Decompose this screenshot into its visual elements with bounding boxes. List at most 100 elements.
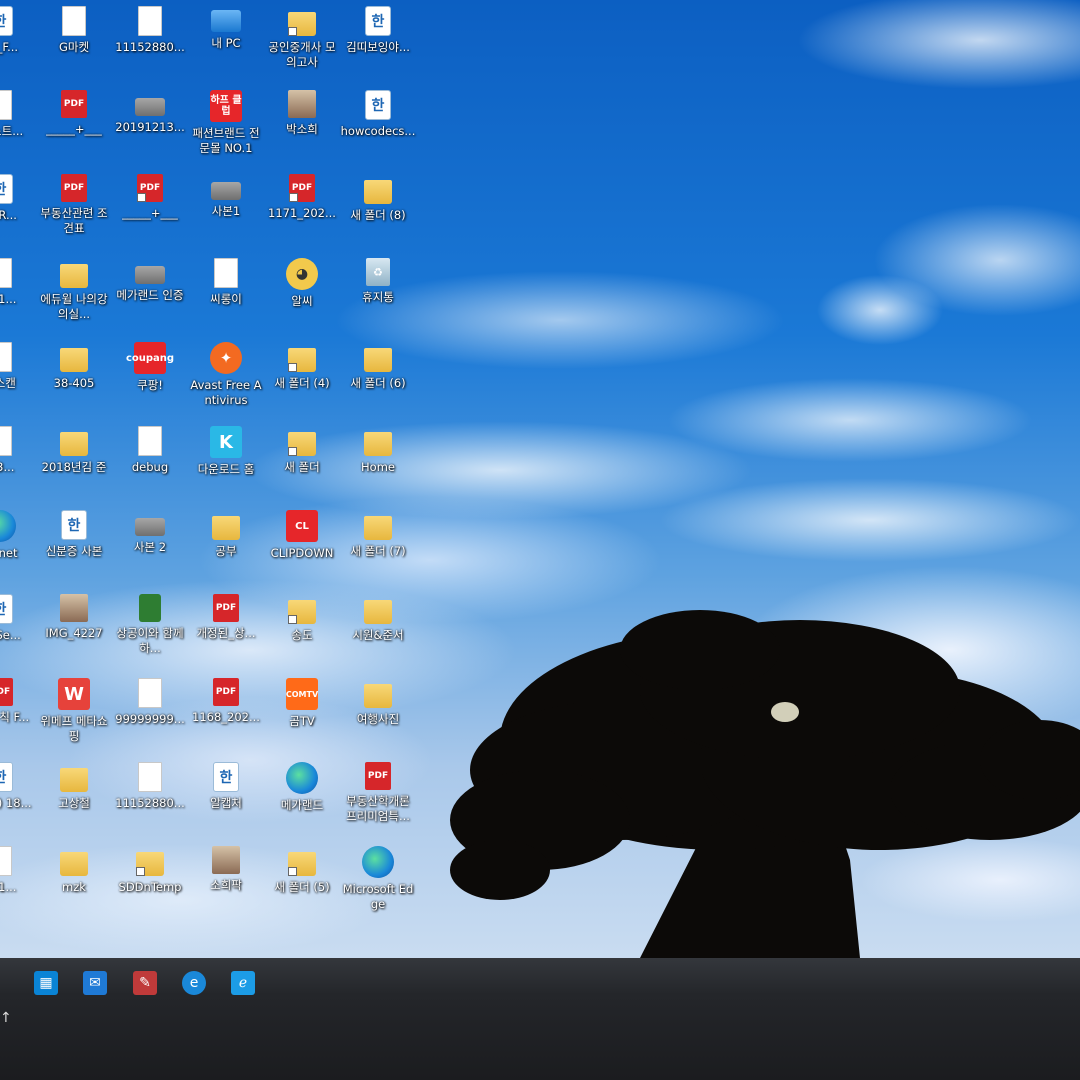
desktop-icon-label: 11152880... bbox=[115, 796, 185, 810]
desktop-icon[interactable]: 씨롱이 bbox=[188, 254, 264, 336]
desktop-icon[interactable]: 361... bbox=[0, 254, 38, 336]
desktop-icon[interactable]: 고상철 bbox=[36, 758, 112, 840]
desktop-icon[interactable]: 99999999... bbox=[112, 674, 188, 756]
desktop-icon[interactable]: Microsoft Edge bbox=[340, 842, 416, 924]
desktop-icon-label: SDDnTemp bbox=[118, 880, 182, 894]
document-icon bbox=[0, 846, 12, 876]
desktop-icon[interactable]: 사본1 bbox=[188, 170, 264, 252]
desktop-icon[interactable]: 내 PC bbox=[188, 2, 264, 84]
desktop-icon[interactable]: ✦ Avast Free Antivirus bbox=[188, 338, 264, 420]
desktop-icon[interactable]: 새 폴더 (5) bbox=[264, 842, 340, 924]
desktop-icon[interactable]: ternet bbox=[0, 506, 38, 588]
folder-icon bbox=[212, 516, 240, 540]
taskbar-mail-button[interactable]: ✉ bbox=[76, 964, 114, 1002]
card-icon bbox=[211, 182, 241, 200]
paint-icon: ✎ bbox=[133, 971, 157, 995]
desktop-icon[interactable]: ♻ 휴지통 bbox=[340, 254, 416, 336]
desktop-icon[interactable]: 20191213... bbox=[112, 86, 188, 168]
desktop-icon[interactable]: 한 howcodecs... bbox=[340, 86, 416, 168]
desktop-icon[interactable]: 사본 2 bbox=[112, 506, 188, 588]
desktop-icon[interactable]: PDF _____+___ bbox=[112, 170, 188, 252]
desktop-icon[interactable]: CL CLIPDOWN bbox=[264, 506, 340, 588]
desktop-icon[interactable]: 메가랜드 인증 bbox=[112, 254, 188, 336]
desktop-icon[interactable]: debug bbox=[112, 422, 188, 504]
desktop-icon[interactable]: 소희팍 bbox=[188, 842, 264, 924]
desktop-icon[interactable]: IMG_4227 bbox=[36, 590, 112, 672]
desktop-icon[interactable]: 공부 bbox=[188, 506, 264, 588]
card-icon bbox=[135, 98, 165, 116]
desktop-icon[interactable]: 여행사진 bbox=[340, 674, 416, 756]
desktop-icon[interactable]: 새 폴더 (8) bbox=[340, 170, 416, 252]
pc-icon bbox=[211, 10, 241, 32]
desktop-icon[interactable]: 새 폴더 (6) bbox=[340, 338, 416, 420]
desktop-icon[interactable]: 드3... bbox=[0, 422, 38, 504]
taskbar-internet-explorer-button[interactable]: ℯ bbox=[224, 964, 262, 1002]
desktop-icon[interactable]: 송도 bbox=[264, 590, 340, 672]
desktop-icon[interactable]: SDDnTemp bbox=[112, 842, 188, 924]
desktop-icon[interactable]: COMTV 곰TV bbox=[264, 674, 340, 756]
desktop-icon[interactable]: PDF 약 및 칙 F... bbox=[0, 674, 38, 756]
desktop-icon-label: ternet bbox=[0, 546, 18, 560]
desktop-icon-label: 20191213... bbox=[115, 120, 185, 134]
desktop-icon[interactable]: 공인중개사 모의고사 bbox=[264, 2, 340, 84]
desktop-icon-label: 새 폴더 (5) bbox=[274, 880, 330, 894]
desktop-icon[interactable]: 361... bbox=[0, 842, 38, 924]
desktop-icon[interactable]: 한 ortSe... bbox=[0, 590, 38, 672]
desktop-icon[interactable]: coupang 쿠팡! bbox=[112, 338, 188, 420]
desktop-icon[interactable]: 하프 클럽 패션브랜드 전문몰 NO.1 bbox=[188, 86, 264, 168]
desktop-icon[interactable]: 한 60_F... bbox=[0, 2, 38, 84]
desktop-icon[interactable]: 새 폴더 bbox=[264, 422, 340, 504]
desktop-icon[interactable]: 박소희 bbox=[264, 86, 340, 168]
document-icon bbox=[214, 258, 238, 288]
desktop-icon[interactable]: 한 nCR... bbox=[0, 170, 38, 252]
desktop-icon-label: Home bbox=[361, 460, 395, 474]
pdf-icon: PDF bbox=[289, 174, 315, 202]
desktop-icon[interactable]: 2018년김 준 bbox=[36, 422, 112, 504]
desktop-icon[interactable]: Home bbox=[340, 422, 416, 504]
desktop-icon[interactable]: G마켓 bbox=[36, 2, 112, 84]
desktop-icon[interactable]: PDF 부동산관련 조견표 bbox=[36, 170, 112, 252]
document-icon bbox=[0, 258, 12, 288]
desktop-icon[interactable]: 11152880... bbox=[112, 2, 188, 84]
desktop[interactable]: 한60_F...G마켓11152880...내 PC공인중개사 모의고사한김띠보… bbox=[0, 0, 1080, 958]
desktop-icon[interactable]: PDF 1171_202... bbox=[264, 170, 340, 252]
desktop-icon-label: 약 및 칙 F... bbox=[0, 710, 30, 724]
desktop-icon[interactable]: PDF 1168_202... bbox=[188, 674, 264, 756]
desktop-icon-label: 김띠보잉야... bbox=[346, 40, 410, 54]
desktop-icon[interactable]: K 다운로드 홈 bbox=[188, 422, 264, 504]
desktop-icon[interactable]: W 위메프 메타쇼핑 bbox=[36, 674, 112, 756]
desktop-icon[interactable]: 랜스캔 bbox=[0, 338, 38, 420]
desktop-icon[interactable]: PDF 개정된_상... bbox=[188, 590, 264, 672]
desktop-icon[interactable]: 메가랜드 bbox=[264, 758, 340, 840]
desktop-icon[interactable]: mzk bbox=[36, 842, 112, 924]
microsoft-store-icon: ▦ bbox=[34, 971, 58, 995]
desktop-icon[interactable]: ◕ 알씨 bbox=[264, 254, 340, 336]
desktop-icon[interactable]: PDF 부동산학개론 프리미엄특... bbox=[340, 758, 416, 840]
desktop-icon[interactable]: 새 폴더 (4) bbox=[264, 338, 340, 420]
desktop-icon[interactable]: 한 신분증 사본 bbox=[36, 506, 112, 588]
desktop-icon[interactable]: 한 알캡처 bbox=[188, 758, 264, 840]
alzip-icon: ◕ bbox=[286, 258, 318, 290]
desktop-icon-label: 361... bbox=[0, 880, 17, 894]
desktop-icon[interactable]: 한 김띠보잉야... bbox=[340, 2, 416, 84]
desktop-icon[interactable]: PDF _____+___ bbox=[36, 86, 112, 168]
folder-icon bbox=[288, 432, 316, 456]
taskbar-paint-button[interactable]: ✎ bbox=[126, 964, 164, 1002]
desktop-icon[interactable]: 11152880... bbox=[112, 758, 188, 840]
desktop-icon[interactable]: 시원&준서 bbox=[340, 590, 416, 672]
desktop-icon[interactable]: 상공이와 함께하... bbox=[112, 590, 188, 672]
desktop-icon[interactable]: 한료2 - ) 18... bbox=[0, 758, 38, 840]
desktop-icon-label: 곰TV bbox=[289, 714, 315, 728]
desktop-icon[interactable]: 38-405 bbox=[36, 338, 112, 420]
desktop-icon[interactable]: 에듀윌 나의강의실... bbox=[36, 254, 112, 336]
app-icon: 한 bbox=[0, 6, 13, 36]
desktop-icon-label: Microsoft Edge bbox=[342, 882, 414, 911]
taskbar-edge-button[interactable]: e bbox=[175, 964, 213, 1002]
taskbar-microsoft-store-button[interactable]: ▦ bbox=[27, 964, 65, 1002]
app-icon: 한 bbox=[365, 90, 391, 120]
folder-icon bbox=[288, 12, 316, 36]
folder-icon bbox=[364, 432, 392, 456]
desktop-icon[interactable]: 울 스트... bbox=[0, 86, 38, 168]
spreadsheet-icon bbox=[0, 90, 12, 120]
desktop-icon[interactable]: 새 폴더 (7) bbox=[340, 506, 416, 588]
